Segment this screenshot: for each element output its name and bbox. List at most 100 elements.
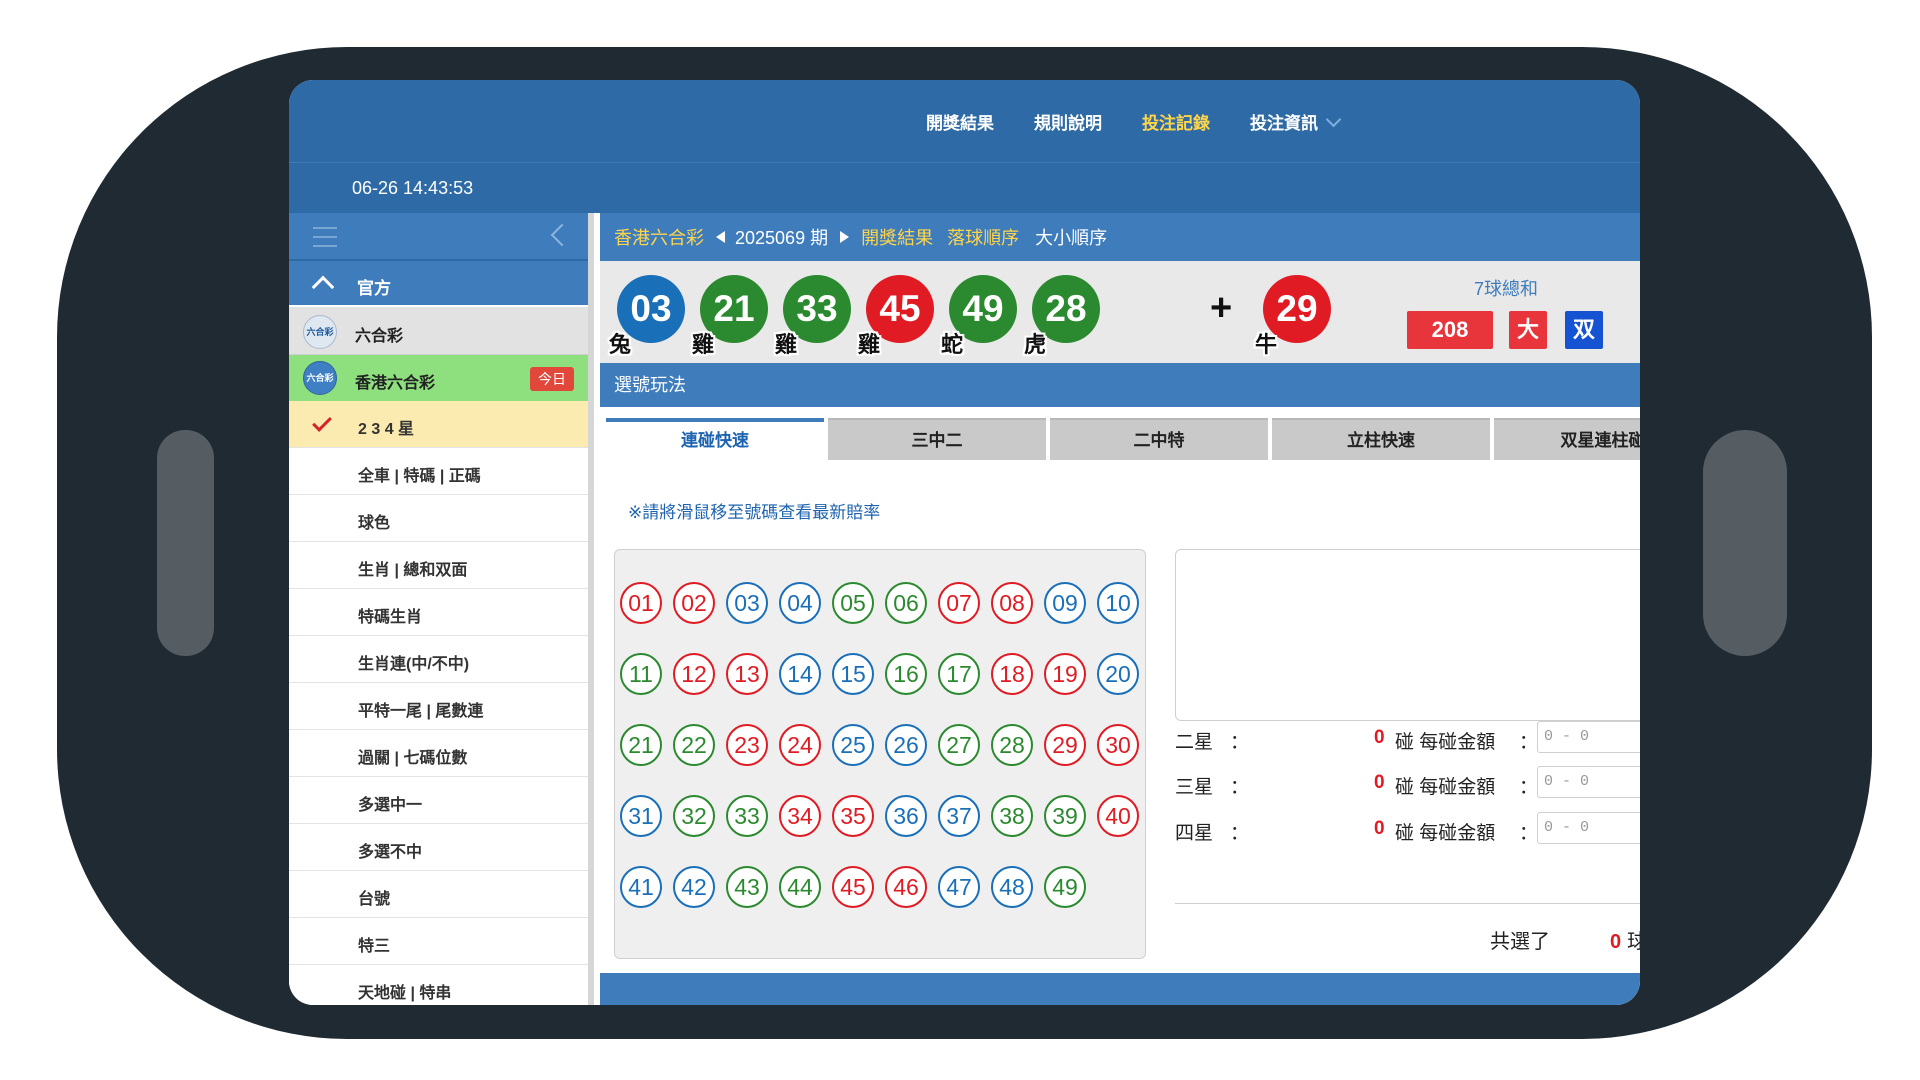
section-title: 選號玩法 [600, 363, 1640, 407]
number-ball[interactable]: 11 [620, 653, 662, 695]
sidebar-item[interactable]: 特碼生肖 [289, 589, 588, 636]
number-ball[interactable]: 20 [1097, 653, 1139, 695]
number-ball[interactable]: 47 [938, 866, 980, 908]
next-period-icon[interactable] [840, 231, 850, 243]
sidebar-item[interactable]: 台號 [289, 871, 588, 918]
sidebar: 官方 六合彩 六合彩 六合彩 香港六合彩 今日 2 3 4 星 全車 | 特碼 … [289, 213, 594, 1005]
sidebar-item[interactable]: 生肖連(中/不中) [289, 636, 588, 683]
number-ball[interactable]: 43 [726, 866, 768, 908]
number-ball[interactable]: 10 [1097, 582, 1139, 624]
number-ball[interactable]: 27 [938, 724, 980, 766]
number-ball[interactable]: 40 [1097, 795, 1139, 837]
number-ball[interactable]: 49 [1044, 866, 1086, 908]
number-ball[interactable]: 37 [938, 795, 980, 837]
number-ball[interactable]: 28 [991, 724, 1033, 766]
number-ball[interactable]: 41 [620, 866, 662, 908]
number-ball[interactable]: 30 [1097, 724, 1139, 766]
total-unit: 球 [1627, 931, 1640, 953]
number-ball[interactable]: 46 [885, 866, 927, 908]
number-ball[interactable]: 05 [832, 582, 874, 624]
tab-three-hit-two[interactable]: 三中二 [828, 418, 1046, 460]
amount-label: 每碰金額 [1419, 777, 1496, 798]
amount-input[interactable]: 0 - 0 [1537, 721, 1640, 753]
number-ball[interactable]: 08 [991, 582, 1033, 624]
tab-size-order[interactable]: 大小順序 [1035, 224, 1107, 250]
number-ball[interactable]: 22 [673, 724, 715, 766]
number-ball[interactable]: 26 [885, 724, 927, 766]
sidebar-item[interactable]: 球色 [289, 495, 588, 542]
number-ball[interactable]: 19 [1044, 653, 1086, 695]
number-ball[interactable]: 42 [673, 866, 715, 908]
number-ball[interactable]: 21 [620, 724, 662, 766]
tab-drop-order[interactable]: 落球順序 [941, 224, 1026, 265]
breadcrumb-lottery[interactable]: 香港六合彩 [614, 224, 704, 250]
number-ball[interactable]: 23 [726, 724, 768, 766]
sidebar-item[interactable]: 多選中一 [289, 777, 588, 824]
number-ball[interactable]: 01 [620, 582, 662, 624]
number-ball[interactable]: 15 [832, 653, 874, 695]
number-ball[interactable]: 39 [1044, 795, 1086, 837]
sidebar-item[interactable]: 平特一尾 | 尾數連 [289, 683, 588, 730]
number-ball[interactable]: 36 [885, 795, 927, 837]
sidebar-item-label: 球色 [358, 515, 391, 532]
number-ball[interactable]: 25 [832, 724, 874, 766]
tab-quick-combo[interactable]: 連碰快速 [606, 418, 824, 460]
sidebar-group-mark-six[interactable]: 六合彩 六合彩 [289, 307, 588, 355]
number-ball[interactable]: 24 [779, 724, 821, 766]
number-ball[interactable]: 03 [726, 582, 768, 624]
sidebar-lottery-hk-mark-six[interactable]: 六合彩 香港六合彩 今日 [289, 355, 588, 401]
number-ball[interactable]: 04 [779, 582, 821, 624]
number-ball[interactable]: 12 [673, 653, 715, 695]
breadcrumb-results-link[interactable]: 開獎結果 [861, 224, 933, 250]
number-ball[interactable]: 18 [991, 653, 1033, 695]
number-ball[interactable]: 29 [1044, 724, 1086, 766]
number-ball[interactable]: 09 [1044, 582, 1086, 624]
amount-label: 每碰金額 [1419, 823, 1496, 844]
number-ball[interactable]: 14 [779, 653, 821, 695]
tab-pillar-quick[interactable]: 立柱快速 [1272, 418, 1490, 460]
number-ball[interactable]: 16 [885, 653, 927, 695]
number-ball[interactable]: 48 [991, 866, 1033, 908]
number-ball[interactable]: 07 [938, 582, 980, 624]
tab-double-star-pillar[interactable]: 双星連柱碰 [1494, 418, 1640, 460]
divider [1175, 903, 1640, 904]
tab-two-hit-special[interactable]: 二中特 [1050, 418, 1268, 460]
number-ball[interactable]: 33 [726, 795, 768, 837]
number-ball[interactable]: 06 [885, 582, 927, 624]
menu-icon[interactable] [313, 227, 337, 247]
number-ball[interactable]: 31 [620, 795, 662, 837]
sidebar-item[interactable]: 全車 | 特碼 | 正碼 [289, 448, 588, 495]
chevron-left-icon[interactable] [550, 223, 574, 247]
number-ball[interactable]: 13 [726, 653, 768, 695]
sidebar-item[interactable]: 天地碰 | 特串 [289, 965, 588, 1005]
nav-rules[interactable]: 規則說明 [1034, 109, 1102, 134]
star-colon: ： [1230, 732, 1250, 753]
nav-bet-records[interactable]: 投注記錄 [1142, 109, 1210, 134]
number-selection-panel: 01 02 03 04 05 06 07 08 09 10 11 12 13 14 15 16 17 18 19 20… [614, 549, 1146, 959]
draw-results: 03 兔 21 雞 33 雞 45 雞 49 蛇 28 虎 29 牛 + 7球總和 208 大 双 [600, 261, 1640, 363]
amount-input[interactable]: 0 - 0 [1537, 766, 1640, 798]
sidebar-item-234-star[interactable]: 2 3 4 星 [289, 401, 588, 448]
sidebar-item[interactable]: 生肖 | 總和双面 [289, 542, 588, 589]
number-ball[interactable]: 32 [673, 795, 715, 837]
selection-display[interactable] [1175, 549, 1640, 721]
plus-sign: + [1210, 287, 1233, 329]
number-ball[interactable]: 17 [938, 653, 980, 695]
number-ball[interactable]: 44 [779, 866, 821, 908]
nav-draw-results[interactable]: 開獎結果 [926, 109, 994, 134]
sidebar-item-label: 2 3 4 星 [358, 421, 415, 438]
number-ball[interactable]: 38 [991, 795, 1033, 837]
previous-period-icon[interactable] [716, 231, 725, 243]
sum-big-badge: 大 [1509, 311, 1547, 349]
sidebar-item[interactable]: 多選不中 [289, 824, 588, 871]
nav-bet-info[interactable]: 投注資訊 [1250, 109, 1342, 134]
number-ball[interactable]: 35 [832, 795, 874, 837]
sidebar-item[interactable]: 過關 | 七碼位數 [289, 730, 588, 777]
number-ball[interactable]: 02 [673, 582, 715, 624]
number-ball[interactable]: 45 [832, 866, 874, 908]
number-ball[interactable]: 34 [779, 795, 821, 837]
amount-input[interactable]: 0 - 0 [1537, 812, 1640, 844]
sidebar-official-section[interactable]: 官方 [289, 261, 588, 307]
odds-hint: ※請將滑鼠移至號碼查看最新賠率 [628, 503, 881, 522]
sidebar-item[interactable]: 特三 [289, 918, 588, 965]
